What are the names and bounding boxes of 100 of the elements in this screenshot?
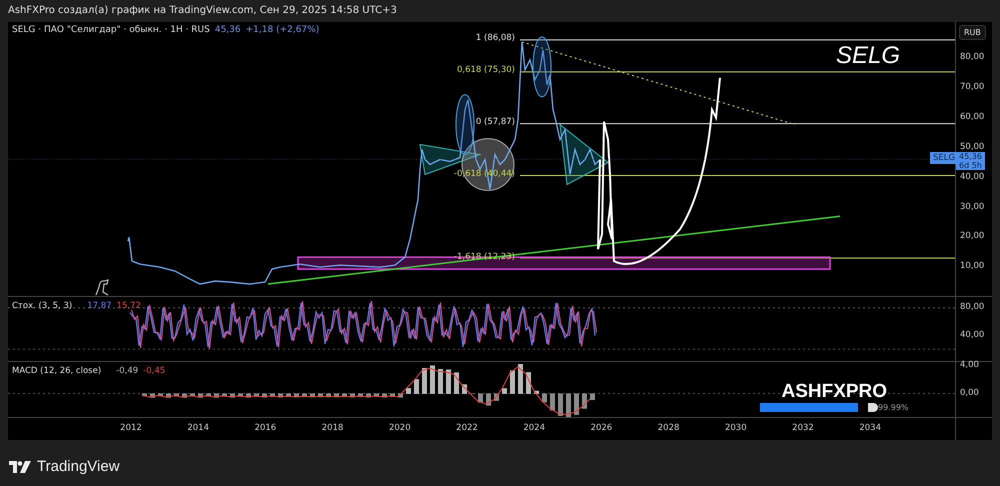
histogram-bar bbox=[454, 372, 459, 394]
histogram-bar bbox=[582, 393, 587, 409]
histogram-bar bbox=[270, 393, 275, 397]
histogram-bar bbox=[174, 393, 179, 396]
highlight-ellipse bbox=[532, 36, 552, 98]
histogram-bar bbox=[398, 393, 403, 398]
time-tick: 2032 bbox=[791, 423, 815, 433]
histogram-bar bbox=[502, 388, 507, 394]
histogram-bar bbox=[246, 393, 251, 398]
fib-level-label: 0 (57,87) bbox=[476, 117, 515, 127]
brand-badge-title: ASHFXPRO bbox=[781, 382, 888, 401]
price-tick: 70,00 bbox=[960, 82, 984, 92]
histogram-bar bbox=[358, 393, 363, 398]
ticker-title: SELG bbox=[836, 42, 900, 70]
stochastic-tick: 40,00 bbox=[960, 330, 984, 340]
price-tick: 60,00 bbox=[960, 112, 984, 122]
time-tick: 2034 bbox=[858, 423, 882, 433]
histogram-bar bbox=[390, 393, 395, 397]
histogram-bar bbox=[542, 393, 547, 402]
triangle-pattern bbox=[559, 123, 609, 186]
time-tick: 2030 bbox=[724, 423, 748, 433]
time-tick: 2022 bbox=[455, 423, 479, 433]
histogram-bar bbox=[150, 393, 155, 398]
progress-knob bbox=[868, 403, 878, 412]
indicator-title: Стох. (3, 5, 3) bbox=[12, 301, 72, 311]
histogram-bar bbox=[182, 393, 187, 398]
macd-tick: 0,00 bbox=[960, 388, 979, 398]
price-tick: 10,00 bbox=[960, 261, 984, 272]
histogram-bar bbox=[302, 393, 307, 398]
histogram-bar bbox=[374, 393, 379, 397]
time-tick: 2024 bbox=[522, 423, 546, 433]
time-tick: 2016 bbox=[254, 423, 278, 433]
fib-level-label: 1 (86,08) bbox=[476, 33, 515, 43]
histogram-bar bbox=[326, 393, 331, 398]
fib-level-label: 0,618 (75,30) bbox=[456, 65, 515, 75]
macd-value: -0,49 bbox=[116, 366, 138, 376]
histogram-bar bbox=[286, 393, 291, 398]
symbol-tag: SELG bbox=[930, 152, 958, 164]
histogram-bar bbox=[142, 393, 147, 396]
time-tick: 2026 bbox=[590, 423, 614, 433]
histogram-bar bbox=[238, 393, 243, 397]
histogram-bar bbox=[430, 365, 435, 394]
currency-button[interactable]: RUB bbox=[959, 25, 986, 40]
time-tick: 2014 bbox=[186, 423, 210, 433]
histogram-bar bbox=[422, 368, 427, 394]
histogram-bar bbox=[206, 393, 211, 397]
histogram-bar bbox=[198, 393, 203, 398]
histogram-bar bbox=[166, 393, 171, 398]
histogram-bar bbox=[414, 379, 419, 394]
histogram-bar bbox=[590, 393, 595, 400]
progress-reading: 99.99% bbox=[878, 403, 909, 412]
histogram-bar bbox=[486, 393, 491, 406]
histogram-bar bbox=[230, 393, 235, 398]
histogram-bar bbox=[262, 393, 267, 398]
histogram-bar bbox=[222, 393, 227, 397]
histogram-bar bbox=[446, 370, 451, 394]
histogram-bar bbox=[518, 364, 523, 394]
histogram-bar bbox=[566, 393, 571, 417]
histogram-bar bbox=[382, 393, 387, 398]
time-tick: 2020 bbox=[388, 423, 412, 433]
tradingview-logo-icon bbox=[9, 460, 31, 472]
price-tick: 20,00 bbox=[960, 231, 984, 242]
histogram-bar bbox=[366, 393, 371, 398]
highlight-ellipse bbox=[456, 94, 474, 156]
macd-tick: 4,00 bbox=[960, 360, 979, 370]
histogram-bar bbox=[190, 393, 195, 396]
symbol-title: SELG · ПАО "Селигдар" · обыкн. · 1H · RUS bbox=[12, 25, 210, 35]
histogram-bar bbox=[558, 393, 563, 416]
macd-signal-value: -0,45 bbox=[143, 366, 166, 376]
histogram-bar bbox=[534, 390, 539, 394]
indicator-title: MACD (12, 26, close) bbox=[12, 366, 102, 376]
price-tick: 40,00 bbox=[960, 172, 984, 182]
histogram-bar bbox=[158, 393, 163, 396]
price-change: +1,18 (+2,67%) bbox=[246, 25, 320, 35]
histogram-bar bbox=[294, 393, 299, 398]
stochastic-d-value: 15,72 bbox=[116, 301, 141, 311]
histogram-bar bbox=[438, 369, 443, 394]
histogram-bar bbox=[342, 393, 347, 398]
price-tick: 50,00 bbox=[960, 142, 984, 152]
stochastic-tick: 80,00 bbox=[960, 302, 984, 312]
histogram-bar bbox=[574, 393, 579, 415]
price-tick: 30,00 bbox=[960, 202, 984, 212]
histogram-bar bbox=[406, 388, 411, 394]
histogram-bar bbox=[494, 393, 499, 401]
histogram-bar bbox=[334, 393, 339, 398]
tradingview-wordmark: TradingView bbox=[37, 458, 120, 475]
histogram-bar bbox=[350, 393, 355, 398]
histogram-bar bbox=[254, 393, 259, 397]
bar-countdown: 6d 5h bbox=[959, 161, 982, 170]
time-tick: 2028 bbox=[656, 423, 680, 433]
chart-caption: AshFXPro создал(а) график на TradingView.com, Сен 29, 2025 14:58 UTC+3 bbox=[7, 4, 398, 18]
histogram-bar bbox=[214, 393, 219, 398]
histogram-bar bbox=[310, 393, 315, 398]
histogram-bar bbox=[550, 393, 555, 411]
histogram-bar bbox=[278, 393, 283, 398]
histogram-bar bbox=[478, 393, 483, 403]
histogram-bar bbox=[510, 370, 515, 394]
stochastic-k-value: 17,87 bbox=[87, 301, 112, 311]
price-tick: 80,00 bbox=[960, 52, 984, 62]
time-tick: 2012 bbox=[119, 423, 143, 433]
